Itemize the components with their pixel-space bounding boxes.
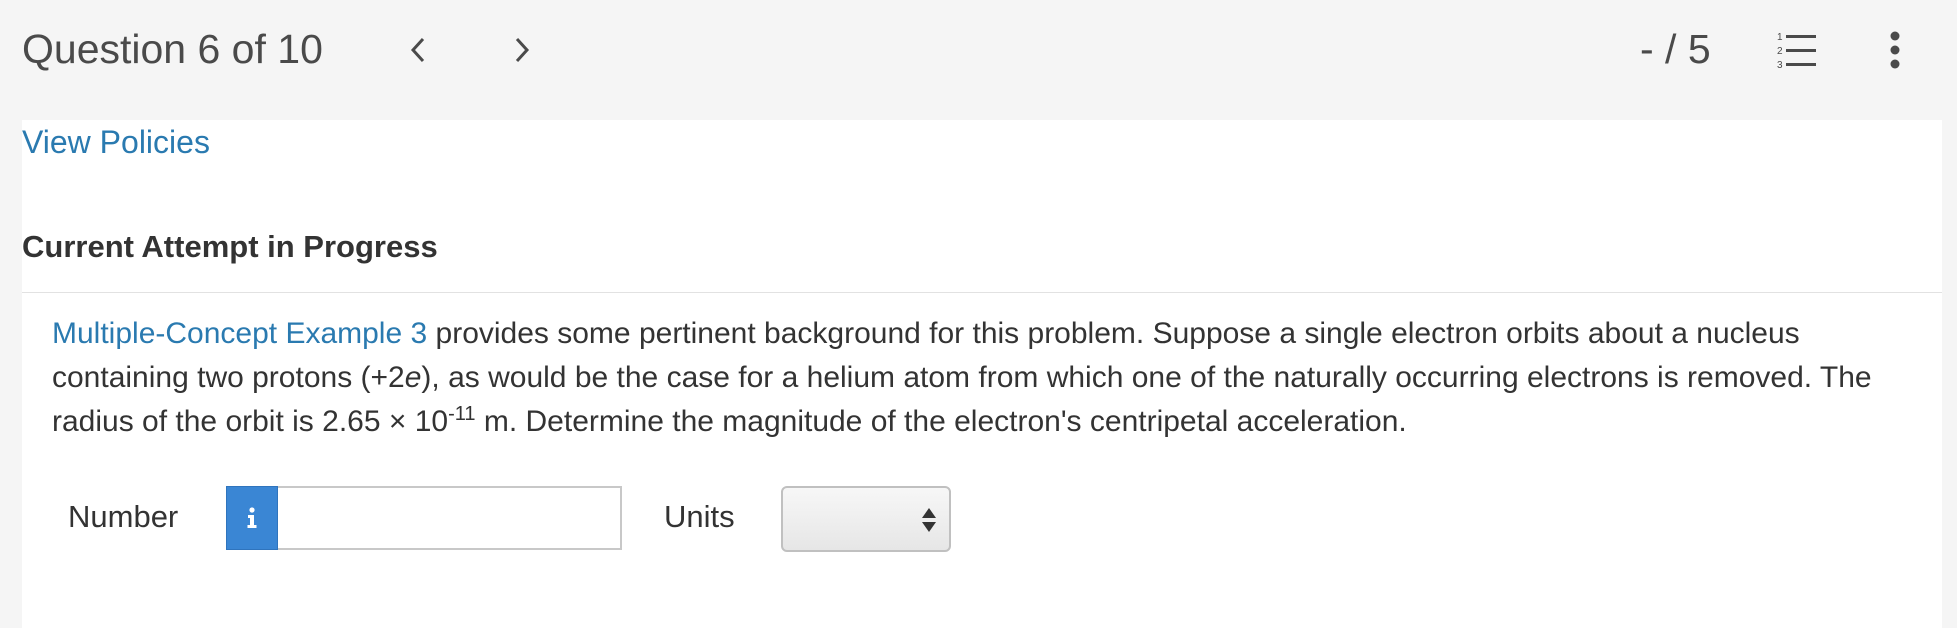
next-question-button[interactable]: [502, 30, 542, 70]
more-options-button[interactable]: [1880, 28, 1910, 74]
divider: [22, 292, 1942, 293]
example-link[interactable]: Multiple-Concept Example 3: [52, 317, 427, 350]
info-button[interactable]: [226, 486, 278, 550]
more-vertical-icon: [1890, 31, 1900, 69]
previous-question-button[interactable]: [398, 30, 438, 70]
units-label: Units: [664, 499, 735, 534]
chevron-left-icon: [410, 37, 425, 63]
chevron-right-icon: [515, 37, 530, 63]
info-icon: [247, 507, 257, 528]
units-dropdown[interactable]: [781, 486, 951, 552]
question-header: Question 6 of 10 - / 5 1 2 3: [0, 0, 1957, 120]
attempt-heading: Current Attempt in Progress: [22, 229, 438, 264]
charge-symbol: e: [404, 361, 422, 394]
svg-text:3: 3: [1777, 60, 1783, 71]
answer-row: Number Units: [22, 485, 1022, 555]
question-panel: View Policies Current Attempt in Progres…: [22, 120, 1942, 628]
svg-text:2: 2: [1777, 46, 1783, 57]
number-input[interactable]: [278, 486, 622, 550]
question-text-part-3: m. Determine the magnitude of the electr…: [475, 405, 1407, 438]
view-policies-link[interactable]: View Policies: [22, 122, 210, 162]
score-display: - / 5: [1640, 26, 1711, 72]
question-list-button[interactable]: 1 2 3: [1774, 28, 1820, 74]
number-label: Number: [68, 499, 179, 534]
question-counter: Question 6 of 10: [22, 26, 323, 72]
svg-text:1: 1: [1777, 32, 1783, 43]
exponent: -11: [448, 403, 476, 425]
question-text: Multiple-Concept Example 3 provides some…: [52, 312, 1912, 444]
numbered-list-icon: 1 2 3: [1777, 32, 1816, 71]
select-arrows-icon: [922, 508, 936, 532]
